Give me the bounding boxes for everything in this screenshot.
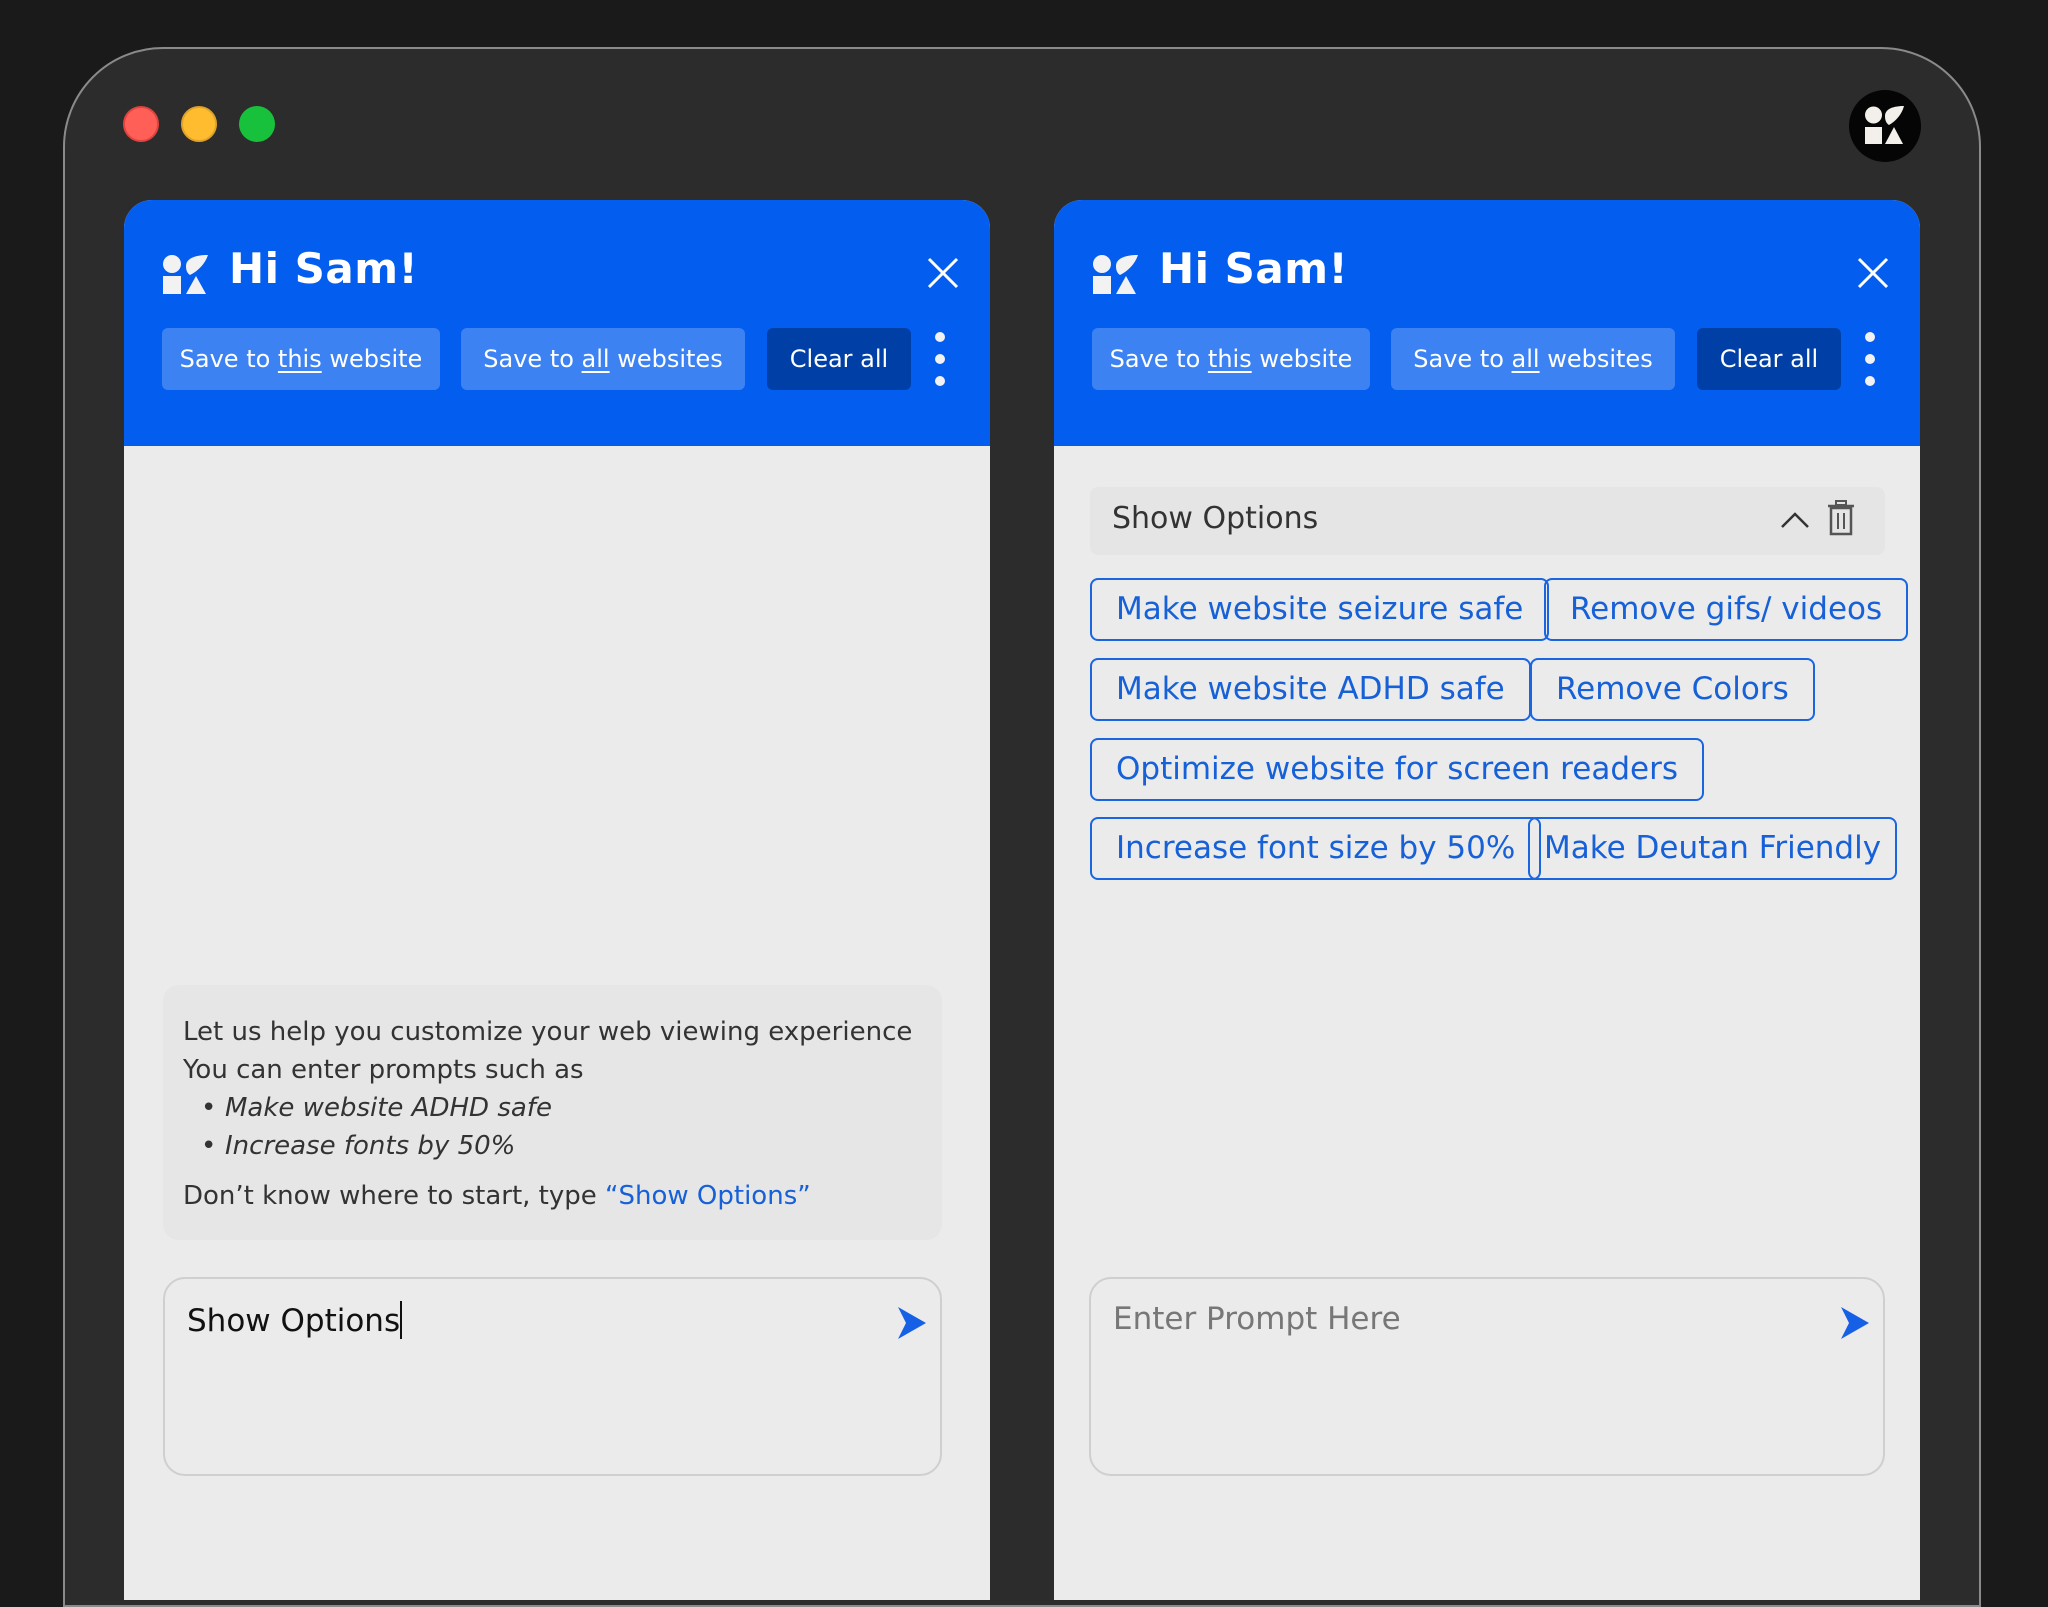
- close-icon[interactable]: [1856, 256, 1890, 290]
- assistant-panel-left: Hi Sam! Save to this website Save to all…: [124, 200, 990, 1600]
- option-chip[interactable]: Make website ADHD safe: [1090, 658, 1531, 721]
- hint-text: Don’t know where to start, type: [183, 1181, 606, 1211]
- window-close-button[interactable]: [123, 106, 159, 142]
- help-line: Let us help you customize your web viewi…: [183, 1017, 913, 1047]
- prompt-input-value[interactable]: Show Options: [187, 1301, 403, 1339]
- help-line: You can enter prompts such as: [183, 1055, 584, 1085]
- prompt-input[interactable]: Show Options: [163, 1277, 942, 1476]
- clear-all-button[interactable]: Clear all: [767, 328, 911, 390]
- help-hint: Don’t know where to start, type “Show Op…: [183, 1177, 922, 1215]
- button-label: website: [1251, 345, 1353, 373]
- option-chip[interactable]: Increase font size by 50%: [1090, 817, 1542, 880]
- prompt-text: Show Options: [187, 1303, 401, 1339]
- shapes-logo-icon: [1093, 255, 1138, 294]
- send-icon[interactable]: [1839, 1307, 1869, 1339]
- chevron-up-icon[interactable]: [1780, 509, 1810, 529]
- save-to-all-websites-button[interactable]: Save to all websites: [461, 328, 745, 390]
- close-icon[interactable]: [926, 256, 960, 290]
- greeting-title: Hi Sam!: [229, 244, 419, 293]
- button-label-emphasis: this: [277, 345, 322, 373]
- window-maximize-button[interactable]: [239, 106, 275, 142]
- panel-header: Hi Sam! Save to this website Save to all…: [124, 200, 990, 446]
- show-options-link[interactable]: “Show Options”: [605, 1181, 811, 1211]
- brand-logo-icon[interactable]: [1849, 90, 1921, 162]
- example-prompt: Make website ADHD safe: [201, 1089, 922, 1127]
- window-minimize-button[interactable]: [181, 106, 217, 142]
- option-chip[interactable]: Make website seizure safe: [1090, 578, 1550, 641]
- example-prompt: Increase fonts by 50%: [201, 1127, 922, 1165]
- button-label: websites: [609, 345, 723, 373]
- text-caret: [400, 1301, 403, 1339]
- prompt-input[interactable]: Enter Prompt Here: [1089, 1277, 1885, 1476]
- example-prompts-list: Make website ADHD safe Increase fonts by…: [183, 1089, 922, 1165]
- button-label: websites: [1539, 345, 1653, 373]
- button-label: Save to: [179, 345, 278, 373]
- button-label: Save to: [483, 345, 582, 373]
- more-options-icon[interactable]: [1860, 332, 1880, 386]
- save-to-this-website-button[interactable]: Save to this website: [162, 328, 440, 390]
- option-chip[interactable]: Remove Colors: [1530, 658, 1815, 721]
- button-label-emphasis: all: [1511, 345, 1540, 373]
- help-message: Let us help you customize your web viewi…: [163, 985, 942, 1240]
- shapes-logo-icon: [163, 255, 208, 294]
- panel-header: Hi Sam! Save to this website Save to all…: [1054, 200, 1920, 446]
- save-to-all-websites-button[interactable]: Save to all websites: [1391, 328, 1675, 390]
- option-chip[interactable]: Optimize website for screen readers: [1090, 738, 1704, 801]
- assistant-panel-right: Hi Sam! Save to this website Save to all…: [1054, 200, 1920, 1600]
- option-chip[interactable]: Make Deutan Friendly: [1528, 817, 1898, 880]
- send-icon[interactable]: [896, 1307, 926, 1339]
- prompt-placeholder[interactable]: Enter Prompt Here: [1113, 1301, 1401, 1337]
- option-chip[interactable]: Remove gifs/ videos: [1544, 578, 1909, 641]
- button-label: Save to: [1413, 345, 1512, 373]
- greeting-title: Hi Sam!: [1159, 244, 1349, 293]
- clear-all-button[interactable]: Clear all: [1697, 328, 1841, 390]
- options-entry-title: Show Options: [1112, 501, 1319, 536]
- trash-icon[interactable]: [1826, 500, 1856, 536]
- button-label-emphasis: all: [581, 345, 610, 373]
- button-label: Save to: [1109, 345, 1208, 373]
- button-label: website: [321, 345, 423, 373]
- show-options-entry: Show Options: [1090, 487, 1885, 555]
- save-to-this-website-button[interactable]: Save to this website: [1092, 328, 1370, 390]
- more-options-icon[interactable]: [930, 332, 950, 386]
- button-label-emphasis: this: [1207, 345, 1252, 373]
